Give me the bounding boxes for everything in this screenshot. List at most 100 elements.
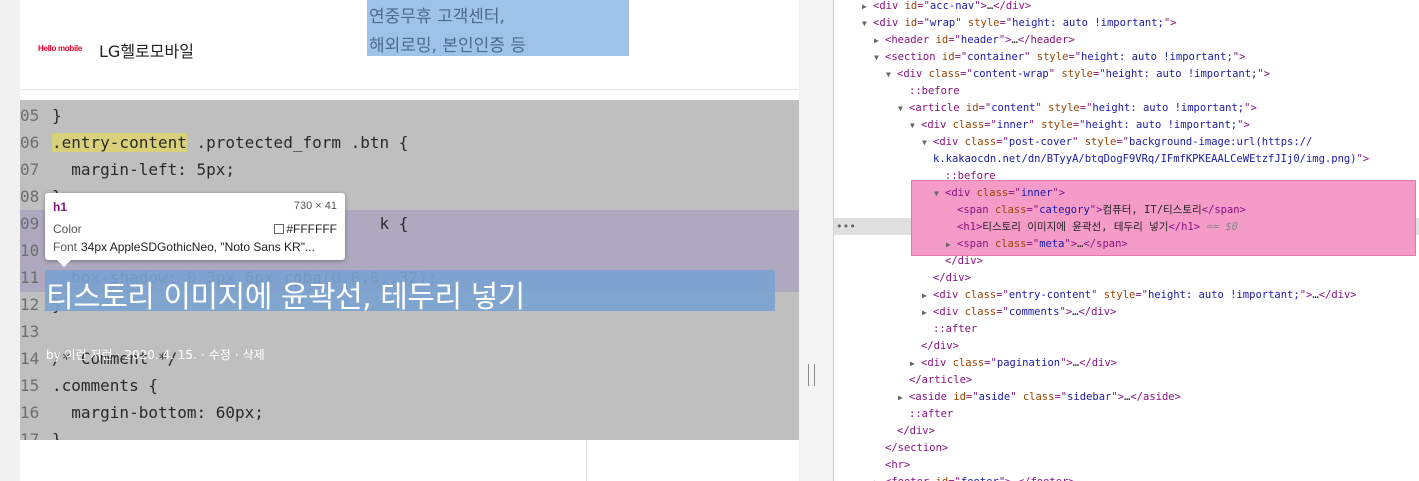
dom-node[interactable]: ▶<footer id="footer">…</footer> [874, 474, 1075, 481]
dom-node[interactable]: </div> [910, 338, 959, 355]
dom-token: class [928, 68, 961, 80]
dom-node[interactable]: </div> [922, 270, 971, 287]
dom-node[interactable]: ▼ <div class="inner" style="height: auto … [910, 117, 1250, 134]
page-viewport: 연중무휴 고객센터, 해외로밍, 본인인증 등 Hello mobile LG헬… [0, 0, 800, 481]
collapse-right-icon[interactable]: ▶ [910, 355, 921, 372]
dom-token: " [1010, 391, 1023, 403]
dom-token: "> [999, 476, 1012, 481]
dom-node[interactable]: ::after [898, 406, 953, 423]
dom-token: <div [921, 357, 953, 369]
dom-node[interactable]: ▶ <div id="acc-nav">…</div> [862, 0, 1031, 15]
code-line: 13 [20, 318, 799, 345]
devtools-elements-panel: ••• ▶ <div id="acc-nav">…</div> ▼ <div id="… [834, 0, 1419, 481]
code-line-text: .comments { [52, 376, 158, 395]
dom-token: <footer [885, 476, 936, 481]
dom-node[interactable]: ▼ <div id="wrap" style="height: auto !imp… [862, 15, 1177, 32]
dom-token: acc-nav [929, 0, 975, 12]
dom-node[interactable]: ::after [922, 321, 977, 338]
dom-token: pagination [996, 357, 1061, 369]
panel-resizer[interactable] [800, 0, 834, 481]
dom-token: <div [897, 68, 929, 80]
collapse-right-icon[interactable]: ▶ [874, 474, 885, 481]
expand-down-icon[interactable]: ▼ [898, 100, 909, 117]
collapse-right-icon[interactable]: ▶ [922, 287, 933, 304]
dom-token: class [976, 187, 1009, 199]
expand-down-icon[interactable]: ▼ [874, 49, 885, 66]
collapse-right-icon[interactable]: ▶ [874, 32, 885, 49]
code-line: 17} [20, 426, 799, 440]
dom-token: entry-content [1008, 289, 1092, 301]
dom-token: ::before [909, 85, 960, 97]
edit-link[interactable]: 수정 [209, 348, 231, 362]
node-options-icon[interactable]: ••• [836, 218, 856, 235]
dom-token: <hr> [885, 459, 911, 471]
dom-token: =" [954, 51, 968, 63]
collapse-right-icon[interactable]: ▶ [862, 0, 873, 15]
dom-node[interactable]: </section> [874, 440, 948, 457]
dom-node[interactable]: ▶ <div class="entry-content" style="heigh… [922, 287, 1357, 304]
collapse-right-icon[interactable]: ▶ [898, 389, 909, 406]
dom-token: "> [998, 34, 1012, 46]
dom-token: style [1084, 136, 1117, 148]
ad-line-1[interactable]: 연중무휴 고객센터, [369, 2, 505, 27]
expand-down-icon[interactable]: ▼ [886, 66, 897, 83]
dom-node[interactable]: ▼ <div class="post-cover" style="backgrou… [922, 134, 1312, 151]
dom-token: comments [1008, 306, 1060, 318]
dom-node[interactable]: ▶ <div class="pagination">…</div> [910, 355, 1117, 372]
dom-token: category [1039, 204, 1090, 216]
expand-down-icon[interactable]: ▼ [910, 117, 921, 134]
dom-node[interactable]: </div> [934, 253, 983, 270]
dom-node[interactable]: ▼ <article id="content" style="height: au… [898, 100, 1257, 117]
ad-brand-name[interactable]: LG헬로모바일 [99, 38, 194, 62]
dom-node[interactable]: <hr> [874, 457, 910, 474]
code-line-number: 13 [20, 322, 40, 341]
dom-token: " [1024, 51, 1037, 63]
dom-token: </aside> [1130, 391, 1181, 403]
expand-down-icon[interactable]: ▼ [862, 15, 873, 32]
dom-token: </section> [885, 442, 949, 454]
dom-token: style [967, 17, 1000, 29]
dom-token: </h1> [1168, 221, 1201, 233]
dom-token: =" [996, 306, 1009, 318]
dom-token: </div> [1079, 357, 1118, 369]
dom-node[interactable]: ▼ <section id="container" style="height: … [874, 49, 1245, 66]
collapse-right-icon[interactable]: ▶ [922, 304, 933, 321]
dom-node[interactable]: <span class="category">컴퓨터, IT/티스토리</spa… [946, 202, 1246, 219]
dom-node[interactable]: ▶ <aside id="aside" class="sidebar">…</as… [898, 389, 1181, 406]
dom-token: inner [1020, 187, 1053, 199]
dom-node[interactable]: ▼ <div class="content-wrap" style="height… [886, 66, 1270, 83]
hello-mobile-logo[interactable]: Hello mobile [38, 44, 82, 53]
dom-token: </div> [945, 255, 983, 267]
dom-node[interactable]: <h1>티스토리 이미지에 윤곽선, 테두리 넣기</h1> == $0 [946, 219, 1238, 236]
dom-token: =" [1026, 238, 1040, 250]
ad-line-2[interactable]: 해외로밍, 본인인증 등 [369, 31, 526, 56]
dom-token: " [1048, 68, 1062, 80]
meta-item: · [200, 348, 205, 362]
delete-link[interactable]: 삭제 [243, 348, 265, 362]
dom-node[interactable]: ::before [898, 83, 960, 100]
dom-token: class [964, 306, 997, 318]
dom-token: <div [933, 306, 965, 318]
dom-node[interactable]: k.kakaocdn.net/dn/BTyyA/btqDogF9VRq/IFmf… [922, 151, 1369, 168]
divider [20, 89, 799, 90]
dom-node[interactable]: ▶ <header id="header">…</header> [874, 32, 1075, 49]
dom-token: </div> [1318, 289, 1357, 301]
dom-node[interactable]: ▶ <span class="meta">…</span> [946, 236, 1128, 253]
dom-node[interactable]: </div> [886, 423, 935, 440]
dom-token: sidebar [1067, 391, 1112, 403]
dom-node[interactable]: ▼ <div class="inner"> [934, 185, 1065, 202]
dom-token: height: auto !important; [1147, 289, 1300, 301]
dom-token: class [994, 204, 1027, 216]
dom-node[interactable]: ▶ <div class="comments">…</div> [922, 304, 1116, 321]
expand-down-icon[interactable]: ▼ [934, 185, 945, 202]
tooltip-font-value: 34px AppleSDGothicNeo, "Noto Sans KR"... [81, 240, 315, 254]
dom-token: class [964, 289, 997, 301]
code-line-text: } [52, 106, 62, 125]
dom-node[interactable]: </article> [898, 372, 972, 389]
drag-handle-icon[interactable] [808, 364, 815, 386]
dom-node[interactable]: ::before [934, 168, 996, 185]
dom-token: =" [999, 17, 1013, 29]
dom-token: <span [957, 238, 995, 250]
collapse-right-icon[interactable]: ▶ [946, 236, 957, 253]
expand-down-icon[interactable]: ▼ [922, 134, 933, 151]
